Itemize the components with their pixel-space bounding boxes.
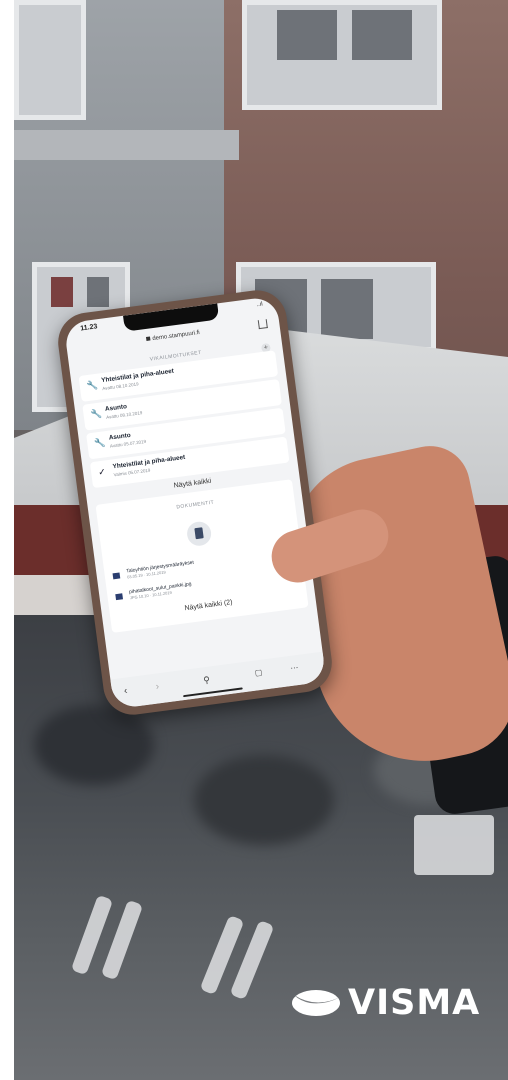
visma-logo-text: VISMA	[348, 983, 481, 1023]
roof-edge	[14, 130, 239, 160]
lock-icon	[146, 336, 151, 341]
wrench-icon: 🔧	[86, 379, 99, 392]
more-icon[interactable]: ⋯	[290, 663, 299, 673]
wrench-icon: 🔧	[90, 408, 103, 420]
window	[242, 0, 442, 110]
image-file-icon	[115, 593, 124, 601]
search-icon[interactable]: ⚲	[203, 675, 211, 687]
phone-screen: 11.23 ..ıl demo.stampuuri.fi VIKAILMOITU…	[63, 295, 327, 710]
home-indicator	[183, 687, 243, 698]
back-icon[interactable]: ‹	[123, 685, 128, 696]
content-list: VIKAILMOITUKSET + 🔧 Yhteistilat ja piha-…	[77, 336, 309, 635]
window	[14, 0, 86, 120]
wrench-icon: 🔧	[93, 437, 107, 449]
document-icon	[185, 520, 213, 548]
visma-logo-mark-icon	[292, 990, 340, 1016]
tabs-icon[interactable]: ▢	[254, 668, 263, 678]
url-text: demo.stampuuri.fi	[152, 329, 201, 343]
image-file-icon	[112, 572, 121, 580]
check-icon: ✓	[97, 466, 107, 478]
status-time: 11.23	[79, 323, 98, 333]
visma-logo: VISMA	[290, 983, 479, 1023]
share-icon[interactable]	[257, 319, 268, 330]
status-signal: ..ıl	[256, 301, 264, 309]
forward-icon[interactable]: ›	[155, 681, 160, 692]
